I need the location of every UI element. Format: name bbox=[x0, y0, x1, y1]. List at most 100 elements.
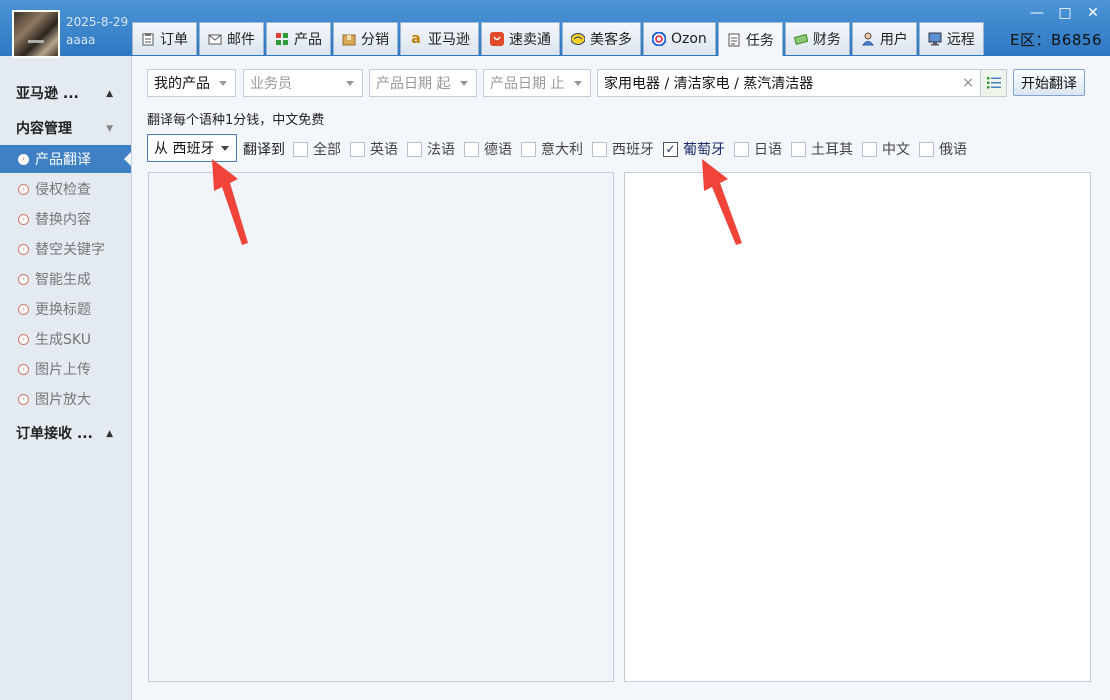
tab-mercado[interactable]: 美客多 bbox=[562, 22, 641, 55]
tab-tasks[interactable]: 任务 bbox=[717, 22, 783, 56]
checkbox-label: 意大利 bbox=[541, 142, 583, 158]
sidebar-item-smart-generate[interactable]: › 智能生成 bbox=[0, 265, 131, 293]
date-end-select[interactable]: 产品日期 止 bbox=[483, 69, 591, 97]
date-start-select[interactable]: 产品日期 起 bbox=[369, 69, 477, 97]
sidebar-item-infringement-check[interactable]: › 侵权检查 bbox=[0, 175, 131, 203]
sidebar-group-content[interactable]: 内容管理 ▼ bbox=[0, 113, 131, 143]
tab-distribution[interactable]: 分销 bbox=[333, 22, 398, 55]
tab-label: 速卖通 bbox=[509, 32, 551, 48]
select-placeholder: 产品日期 止 bbox=[490, 76, 565, 92]
title-bar: 2025-8-29 aaaa — □ ✕ 订单 邮件 产品 分销 a 亚马逊 速… bbox=[0, 0, 1110, 58]
amazon-icon: a bbox=[411, 31, 421, 47]
tab-label: 分销 bbox=[361, 32, 389, 48]
checkbox-box[interactable] bbox=[293, 141, 308, 157]
caret-up-icon: ▲ bbox=[106, 89, 113, 99]
bullet-icon: › bbox=[18, 243, 29, 255]
annotation-arrow-icon bbox=[702, 159, 742, 245]
checkbox-label: 俄语 bbox=[939, 142, 967, 158]
lang-checkbox-japanese[interactable]: 日语 bbox=[734, 139, 782, 159]
tab-products[interactable]: 产品 bbox=[266, 22, 331, 55]
lang-checkbox-english[interactable]: 英语 bbox=[350, 139, 398, 159]
sidebar-item-label: 更换标题 bbox=[35, 302, 91, 318]
checkbox-box[interactable] bbox=[592, 141, 607, 157]
tab-finance[interactable]: 财务 bbox=[784, 22, 850, 55]
tab-amazon[interactable]: a 亚马逊 bbox=[400, 22, 479, 55]
header-user: aaaa bbox=[66, 33, 96, 47]
sidebar-item-generate-sku[interactable]: › 生成SKU bbox=[0, 325, 131, 353]
translated-text-panel[interactable] bbox=[624, 172, 1091, 682]
minimize-button[interactable]: — bbox=[1024, 4, 1050, 22]
bullet-icon: › bbox=[18, 393, 29, 405]
tab-label: 财务 bbox=[812, 32, 841, 48]
sidebar-item-image-upload[interactable]: › 图片上传 bbox=[0, 355, 131, 383]
lang-checkbox-turkish[interactable]: 土耳其 bbox=[791, 139, 853, 159]
tab-aliexpress[interactable]: 速卖通 bbox=[481, 22, 560, 55]
lang-checkbox-portuguese[interactable]: ✓ 葡萄牙 bbox=[663, 139, 725, 159]
tab-label: 美客多 bbox=[590, 32, 632, 48]
lang-checkbox-italian[interactable]: 意大利 bbox=[521, 139, 583, 159]
checkbox-label: 土耳其 bbox=[811, 142, 853, 158]
tab-users[interactable]: 用户 bbox=[851, 22, 917, 55]
avatar[interactable] bbox=[12, 10, 60, 58]
group-label: 订单接收 ... bbox=[16, 426, 93, 442]
sidebar-item-label: 图片放大 bbox=[35, 392, 91, 408]
checkbox-box[interactable] bbox=[350, 141, 365, 157]
checkbox-box[interactable] bbox=[919, 141, 934, 157]
mercado-icon bbox=[570, 32, 586, 46]
sidebar-group-order-receive[interactable]: 订单接收 ... ▲ bbox=[0, 418, 131, 448]
category-select[interactable]: 家用电器 / 清洁家电 / 蒸汽清洁器 × bbox=[597, 69, 1007, 97]
bullet-icon: › bbox=[18, 213, 29, 225]
sidebar-item-change-title[interactable]: › 更换标题 bbox=[0, 295, 131, 323]
tab-orders[interactable]: 订单 bbox=[132, 22, 197, 55]
list-icon[interactable] bbox=[980, 70, 1006, 96]
sidebar-item-label: 生成SKU bbox=[35, 332, 91, 348]
chevron-down-icon bbox=[460, 81, 468, 86]
tab-label: 产品 bbox=[294, 32, 322, 48]
bullet-icon: › bbox=[18, 153, 29, 165]
tab-remote[interactable]: 远程 bbox=[918, 22, 984, 55]
chevron-down-icon bbox=[219, 81, 227, 86]
lang-checkbox-chinese[interactable]: 中文 bbox=[862, 139, 910, 159]
checkbox-box[interactable] bbox=[734, 141, 749, 157]
lang-checkbox-spanish[interactable]: 西班牙 bbox=[592, 139, 654, 159]
checkbox-box[interactable] bbox=[407, 141, 422, 157]
my-products-select[interactable]: 我的产品 bbox=[147, 69, 236, 97]
sidebar-item-label: 替空关键字 bbox=[35, 242, 105, 258]
checkbox-box[interactable] bbox=[791, 141, 806, 157]
select-value: 从 西班牙 bbox=[154, 141, 215, 157]
mail-icon bbox=[208, 32, 222, 46]
sidebar-group-amazon[interactable]: 亚马逊 ... ▲ bbox=[0, 78, 131, 108]
checkbox-box[interactable] bbox=[464, 141, 479, 157]
salesperson-select[interactable]: 业务员 bbox=[243, 69, 363, 97]
close-button[interactable]: ✕ bbox=[1080, 4, 1106, 22]
lang-checkbox-french[interactable]: 法语 bbox=[407, 139, 455, 159]
checkbox-box[interactable] bbox=[521, 141, 536, 157]
clear-icon[interactable]: × bbox=[962, 75, 974, 91]
sidebar-item-label: 替换内容 bbox=[35, 212, 91, 228]
grid-icon bbox=[275, 32, 289, 46]
start-translate-button[interactable]: 开始翻译 bbox=[1013, 69, 1085, 96]
bullet-icon: › bbox=[18, 363, 29, 375]
bullet-icon: › bbox=[18, 273, 29, 285]
maximize-button[interactable]: □ bbox=[1052, 4, 1078, 22]
tab-ozon[interactable]: Ozon bbox=[643, 22, 716, 55]
box-icon bbox=[342, 32, 356, 46]
lang-checkbox-russian[interactable]: 俄语 bbox=[919, 139, 967, 159]
sidebar-item-label: 图片上传 bbox=[35, 362, 91, 378]
lang-checkbox-german[interactable]: 德语 bbox=[464, 139, 512, 159]
select-placeholder: 业务员 bbox=[250, 76, 292, 92]
sidebar-item-product-translate[interactable]: › 产品翻译 bbox=[0, 145, 131, 173]
checkbox-box[interactable] bbox=[862, 141, 877, 157]
lang-checkbox-all[interactable]: 全部 bbox=[293, 139, 341, 159]
sidebar-item-replace-content[interactable]: › 替换内容 bbox=[0, 205, 131, 233]
tab-label: 任务 bbox=[745, 32, 774, 49]
price-note: 翻译每个语种1分钱，中文免费 bbox=[147, 113, 325, 128]
source-text-panel[interactable] bbox=[148, 172, 614, 682]
checkmark-icon[interactable]: ✓ bbox=[663, 141, 678, 157]
main-tabs: 订单 邮件 产品 分销 a 亚马逊 速卖通 美客多 Ozon 任务 财务 用户 … bbox=[132, 22, 986, 56]
tab-mail[interactable]: 邮件 bbox=[199, 22, 264, 55]
sidebar-item-image-enlarge[interactable]: › 图片放大 bbox=[0, 385, 131, 413]
sidebar-item-clear-keywords[interactable]: › 替空关键字 bbox=[0, 235, 131, 263]
main-panel: 我的产品 业务员 产品日期 起 产品日期 止 家用电器 / 清洁家电 / 蒸汽清… bbox=[132, 56, 1110, 700]
bullet-icon: › bbox=[18, 333, 29, 345]
